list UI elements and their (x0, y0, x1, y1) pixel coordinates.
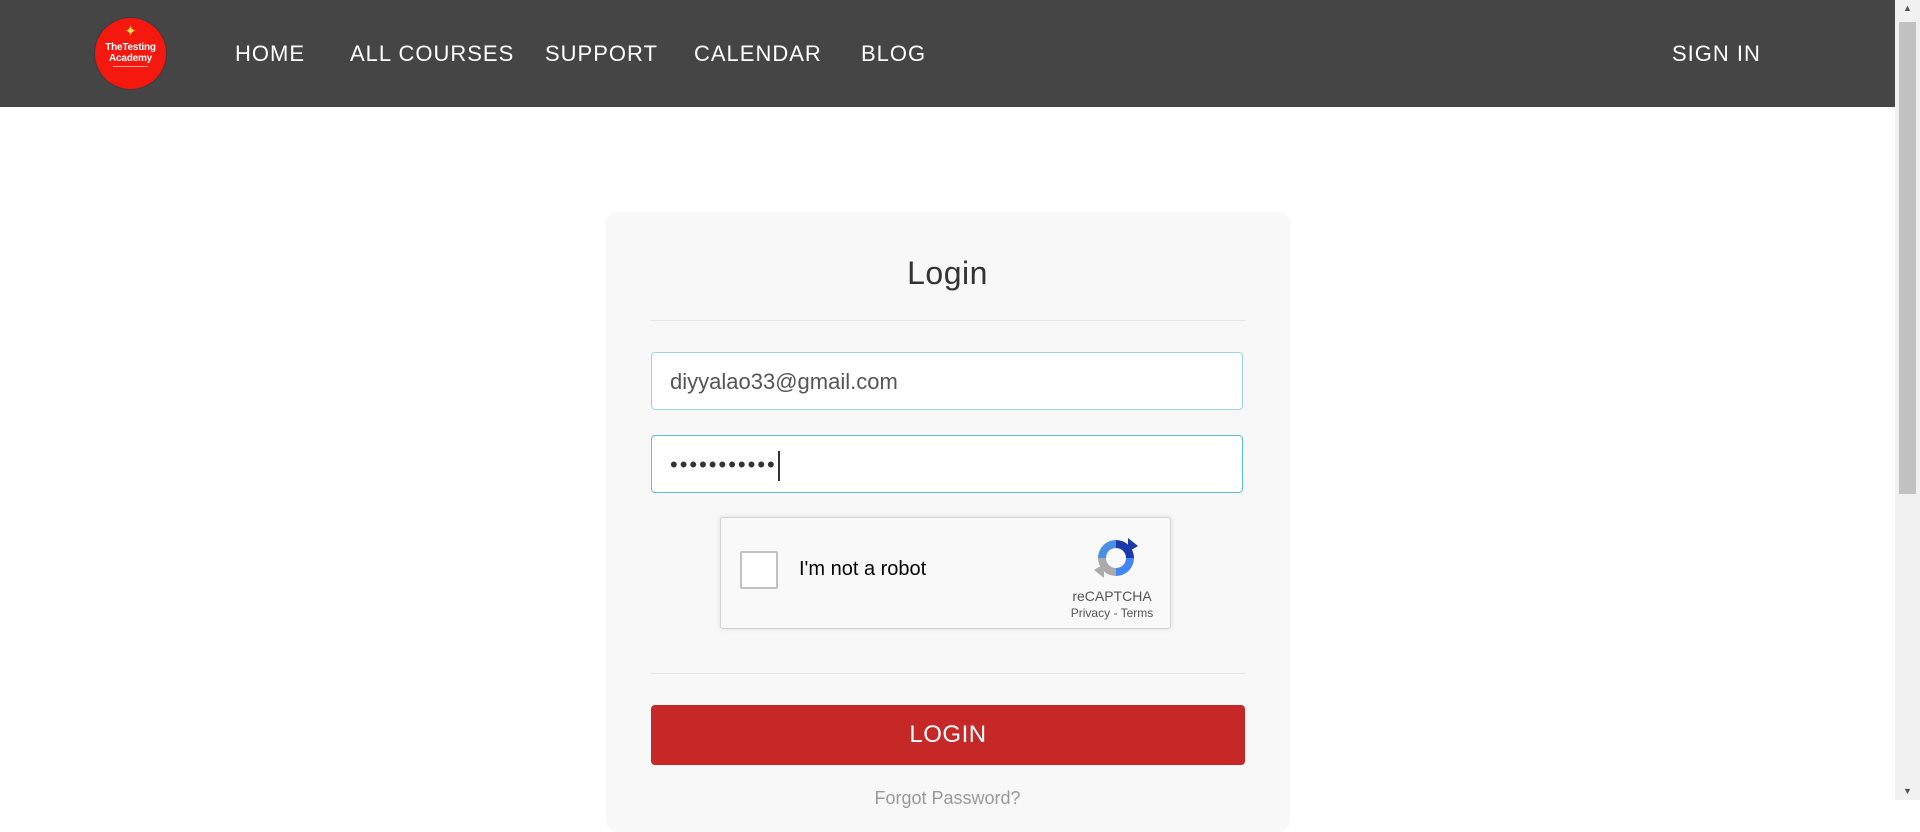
login-button[interactable]: LOGIN (651, 705, 1245, 765)
site-logo[interactable]: ✦ TheTesting Academy (95, 18, 166, 89)
recaptcha-link-separator: - (1110, 606, 1121, 620)
recaptcha-brand: reCAPTCHA (1072, 588, 1152, 604)
scroll-up-arrow-icon[interactable]: ▲ (1895, 0, 1920, 17)
email-field[interactable]: diyyalao33@gmail.com (651, 352, 1243, 410)
forgot-password-link[interactable]: Forgot Password? (0, 788, 1895, 809)
recaptcha-label: I'm not a robot (799, 558, 927, 580)
nav-sign-in[interactable]: SIGN IN (1672, 40, 1761, 68)
text-caret (777, 451, 780, 482)
recaptcha-privacy-link[interactable]: Privacy (1071, 606, 1110, 620)
recaptcha-links: Privacy - Terms (1057, 606, 1167, 620)
recaptcha-icon (1094, 538, 1138, 578)
password-field[interactable]: ••••••••••• (651, 435, 1243, 493)
nav-calendar[interactable]: CALENDAR (694, 40, 822, 68)
recaptcha-checkbox[interactable] (740, 551, 778, 589)
page-scrollbar[interactable]: ▲ ▼ (1895, 0, 1920, 800)
recaptcha-terms-link[interactable]: Terms (1121, 606, 1154, 620)
star-icon: ✦ (124, 23, 137, 40)
nav-support[interactable]: SUPPORT (545, 40, 658, 68)
password-value: ••••••••••• (670, 452, 777, 477)
title-divider (651, 320, 1245, 321)
nav-home[interactable]: HOME (235, 40, 305, 68)
login-title: Login (907, 255, 988, 291)
nav-all-courses[interactable]: ALL COURSES (350, 40, 514, 68)
logo-underline (113, 66, 148, 67)
scroll-down-arrow-icon[interactable]: ▼ (1895, 783, 1920, 800)
email-value: diyyalao33@gmail.com (670, 369, 898, 394)
top-navbar: ✦ TheTesting Academy HOME ALL COURSES SU… (0, 0, 1895, 107)
form-divider (651, 673, 1245, 674)
recaptcha-widget: I'm not a robot reCAPTCHA Privacy - Term… (720, 517, 1171, 629)
logo-text: TheTesting Academy (105, 42, 156, 64)
scrollbar-thumb[interactable] (1899, 22, 1916, 494)
nav-blog[interactable]: BLOG (861, 40, 926, 68)
